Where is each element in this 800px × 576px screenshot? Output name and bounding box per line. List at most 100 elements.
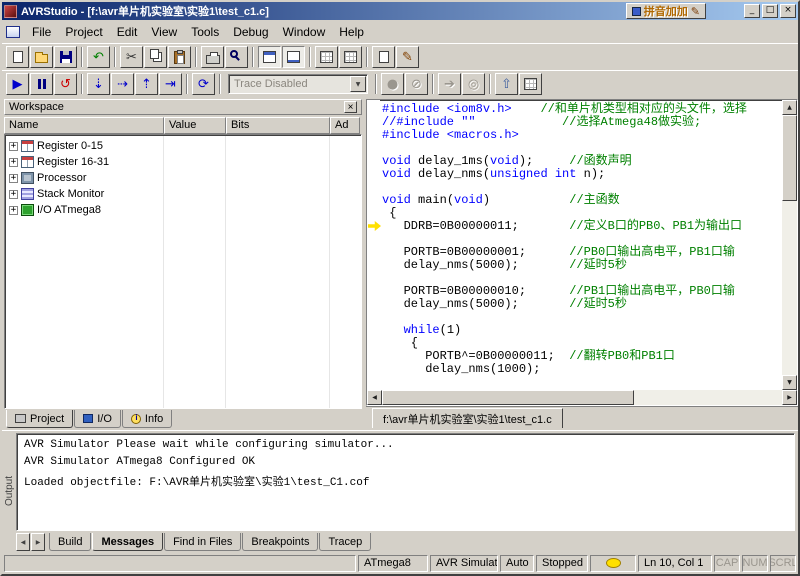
tab-label: Tracep: [328, 536, 362, 548]
avrstudio-window: AVRStudio - [f:\avr单片机实验室\实验1\test_c1.c]…: [0, 0, 800, 576]
menu-project[interactable]: Project: [58, 22, 109, 42]
workspace-header[interactable]: Workspace ×: [4, 99, 362, 115]
run-to-cursor-button[interactable]: ⇥: [159, 73, 182, 95]
watch-window-button[interactable]: [315, 46, 338, 68]
toggle-workspace-button[interactable]: [258, 46, 281, 68]
tab-breakpoints[interactable]: Breakpoints: [242, 533, 318, 551]
editor-vertical-scrollbar[interactable]: ▲ ▼: [782, 100, 797, 390]
tab-build[interactable]: Build: [49, 533, 91, 551]
toggle-breakpoint-button[interactable]: ●: [381, 73, 404, 95]
save-file-button[interactable]: [54, 46, 77, 68]
workspace-close-button[interactable]: ×: [344, 101, 357, 113]
break-button[interactable]: [30, 73, 53, 95]
toggle-output-button[interactable]: [282, 46, 305, 68]
title-bar: AVRStudio - [f:\avr单片机实验室\实验1\test_c1.c]…: [2, 2, 798, 20]
tree-item-label: Processor: [37, 172, 87, 184]
vertical-scroll-thumb[interactable]: [782, 115, 797, 201]
tree-item-stack-monitor[interactable]: +Stack Monitor: [7, 186, 359, 202]
step-over-button[interactable]: ⇢: [111, 73, 134, 95]
autostep-button[interactable]: ⟳: [192, 73, 215, 95]
tab-scroll-left-button[interactable]: ◀: [16, 533, 30, 551]
output-panel: Output AVR Simulator Please wait while c…: [2, 430, 798, 552]
output-line: AVR Simulator ATmega8 Configured OK: [24, 456, 787, 473]
output-log[interactable]: AVR Simulator Please wait while configur…: [16, 433, 795, 531]
copy-button[interactable]: [144, 46, 167, 68]
menu-help[interactable]: Help: [332, 22, 371, 42]
quickwatch-button[interactable]: ◎: [462, 73, 485, 95]
open-file-button[interactable]: [30, 46, 53, 68]
editor-horizontal-scrollbar[interactable]: ◀ ▶: [367, 390, 797, 405]
undo-button[interactable]: ↶: [87, 46, 110, 68]
menu-tools[interactable]: Tools: [184, 22, 226, 42]
step-out-button[interactable]: ⇡: [135, 73, 158, 95]
tree-item-i-o-atmega8[interactable]: +I/O ATmega8: [7, 202, 359, 218]
code-token: //和单片机类型相对应的头文件，选择: [540, 102, 746, 116]
horizontal-scroll-track[interactable]: [382, 390, 782, 405]
column-header-value[interactable]: Value: [164, 117, 226, 134]
status-indicator-cap: CAP: [714, 555, 740, 572]
column-header-name[interactable]: Name: [4, 117, 164, 134]
remove-breakpoints-button[interactable]: ⊘: [405, 73, 428, 95]
info-icon: [131, 414, 141, 424]
child-window-icon[interactable]: [6, 26, 20, 38]
scroll-left-button[interactable]: ◀: [367, 390, 382, 405]
tab-scroll-right-button[interactable]: ▶: [31, 533, 45, 551]
cut-button[interactable]: ✂: [120, 46, 143, 68]
ti-registers-icon: [21, 156, 34, 168]
memory-window-button[interactable]: [339, 46, 362, 68]
scroll-up-button[interactable]: ▲: [782, 100, 797, 115]
minimize-button[interactable]: _: [744, 4, 760, 18]
run-button[interactable]: ▶: [6, 73, 29, 95]
menu-window[interactable]: Window: [276, 22, 333, 42]
status-device: ATmega8: [358, 555, 428, 572]
close-button[interactable]: ×: [780, 4, 796, 18]
edit-options-button[interactable]: ✎: [396, 46, 419, 68]
reset-button[interactable]: ↺: [54, 73, 77, 95]
workspace-tree[interactable]: +Register 0-15+Register 16-31+Processor+…: [4, 134, 362, 409]
tab-info[interactable]: Info: [122, 410, 172, 428]
scope-up-button[interactable]: ⇧: [495, 73, 518, 95]
find-button[interactable]: [225, 46, 248, 68]
chevron-down-icon[interactable]: ▼: [350, 76, 366, 92]
column-header-ad[interactable]: Ad: [330, 117, 360, 134]
file-tab[interactable]: f:\avr单片机实验室\实验1\test_c1.c: [372, 408, 563, 428]
expand-icon[interactable]: +: [9, 206, 18, 215]
watch-add-button[interactable]: [519, 73, 542, 95]
code-token: [382, 323, 404, 337]
scroll-right-button[interactable]: ▶: [782, 390, 797, 405]
view-source-button[interactable]: [372, 46, 395, 68]
code-token: delay_nms(5000);: [382, 258, 569, 272]
expand-icon[interactable]: +: [9, 142, 18, 151]
tab-tracep[interactable]: Tracep: [319, 533, 371, 551]
expand-icon[interactable]: +: [9, 190, 18, 199]
code-line: delay_nms(5000); //延时5秒: [382, 259, 782, 272]
code-token: void: [490, 154, 519, 168]
code-editor[interactable]: #include <iom8v.h> //和单片机类型相对应的头文件，选择//#…: [380, 100, 782, 390]
tree-item-register-16-31[interactable]: +Register 16-31: [7, 154, 359, 170]
column-header-bits[interactable]: Bits: [226, 117, 330, 134]
maximize-button[interactable]: □: [762, 4, 778, 18]
tab-messages[interactable]: Messages: [92, 533, 163, 551]
new-file-button[interactable]: [6, 46, 29, 68]
trace-into-button[interactable]: ⇣: [87, 73, 110, 95]
menu-view[interactable]: View: [144, 22, 184, 42]
scroll-down-button[interactable]: ▼: [782, 375, 797, 390]
tab-i-o[interactable]: I/O: [74, 410, 121, 428]
tree-item-register-0-15[interactable]: +Register 0-15: [7, 138, 359, 154]
ime-toolbar[interactable]: 拼音加加 ✎: [626, 3, 706, 19]
vertical-scroll-track[interactable]: [782, 115, 797, 375]
expand-icon[interactable]: +: [9, 158, 18, 167]
show-next-statement-button[interactable]: ➔: [438, 73, 461, 95]
tree-item-processor[interactable]: + Processor: [7, 170, 359, 186]
paste-button[interactable]: [168, 46, 191, 68]
expand-icon[interactable]: +: [9, 174, 18, 183]
horizontal-scroll-thumb[interactable]: [382, 390, 634, 405]
tab-find-in-files[interactable]: Find in Files: [164, 533, 241, 551]
trace-mode-combo[interactable]: Trace Disabled▼: [228, 74, 368, 94]
editor-gutter[interactable]: [367, 100, 380, 390]
menu-edit[interactable]: Edit: [110, 22, 145, 42]
menu-file[interactable]: File: [25, 22, 58, 42]
menu-debug[interactable]: Debug: [226, 22, 275, 42]
print-button[interactable]: [201, 46, 224, 68]
tab-project[interactable]: Project: [6, 410, 73, 428]
